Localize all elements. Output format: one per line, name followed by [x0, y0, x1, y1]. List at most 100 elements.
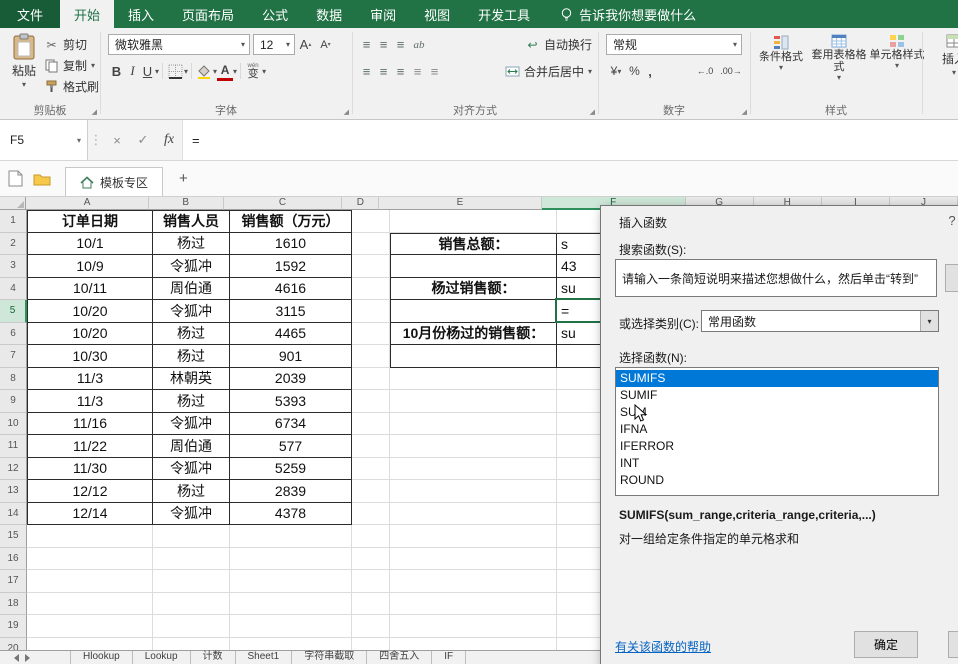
cell-B8[interactable]: 林朝英 — [153, 368, 230, 391]
row-header-14[interactable]: 14 — [0, 503, 27, 526]
number-format-select[interactable]: 常规▾ — [606, 34, 742, 55]
borders-button[interactable] — [166, 61, 184, 81]
merge-center-button[interactable]: 合并后居中▾ — [505, 61, 592, 82]
row-header-10[interactable]: 10 — [0, 413, 27, 436]
chevron-down-icon[interactable]: ▾ — [262, 68, 266, 75]
cell-B17[interactable] — [153, 570, 230, 593]
cell-D15[interactable] — [352, 525, 390, 548]
cell-D9[interactable] — [352, 390, 390, 413]
cancel-button[interactable]: 取消 — [948, 631, 958, 658]
sheet-nav-right-icon[interactable] — [25, 654, 30, 662]
format-as-table-button[interactable]: 套用表格格式▾ — [811, 34, 867, 81]
new-workbook-button[interactable] — [8, 170, 23, 187]
cell-C14[interactable]: 4378 — [230, 503, 352, 526]
sheet-tab[interactable]: Hlookup — [70, 651, 133, 664]
cell-C18[interactable] — [230, 593, 352, 616]
cell-C15[interactable] — [230, 525, 352, 548]
column-header-C[interactable]: C — [224, 197, 343, 210]
tab-home[interactable]: 开始 — [60, 0, 114, 28]
doc-tab-template-zone[interactable]: 模板专区 — [65, 167, 163, 196]
dialog-help-button[interactable]: ? — [943, 213, 958, 228]
cell-C8[interactable]: 2039 — [230, 368, 352, 391]
cell-E11[interactable] — [390, 435, 557, 458]
italic-button[interactable]: I — [125, 61, 140, 81]
cell-C16[interactable] — [230, 548, 352, 571]
function-item[interactable]: ROUND — [616, 472, 938, 489]
chevron-down-icon[interactable]: ▾ — [184, 68, 188, 75]
cell-E17[interactable] — [390, 570, 557, 593]
format-painter-button[interactable]: 格式刷 — [44, 76, 99, 97]
cut-button[interactable]: ✂剪切 — [44, 34, 99, 55]
increase-indent-icon[interactable]: ≡ — [426, 64, 443, 79]
cell-B2[interactable]: 杨过 — [153, 233, 230, 256]
cell-D10[interactable] — [352, 413, 390, 436]
align-top-icon[interactable]: ≡ — [358, 37, 375, 52]
cell-D17[interactable] — [352, 570, 390, 593]
cell-D1[interactable] — [352, 210, 390, 233]
row-header-12[interactable]: 12 — [0, 458, 27, 481]
cell-A5[interactable]: 10/20 — [27, 300, 153, 323]
row-header-1[interactable]: 1 — [0, 210, 27, 233]
cell-E8[interactable] — [390, 368, 557, 391]
tab-formulas[interactable]: 公式 — [248, 0, 302, 28]
number-dialog-launcher-icon[interactable]: ◢ — [742, 108, 747, 116]
cell-B14[interactable]: 令狐冲 — [153, 503, 230, 526]
cell-C6[interactable]: 4465 — [230, 323, 352, 346]
cell-C4[interactable]: 4616 — [230, 278, 352, 301]
insert-function-button[interactable]: fx — [156, 120, 182, 160]
cell-E19[interactable] — [390, 615, 557, 638]
paste-button[interactable]: 粘贴 ▾ — [6, 33, 42, 88]
cell-A3[interactable]: 10/9 — [27, 255, 153, 278]
function-item[interactable]: IFNA — [616, 421, 938, 438]
cell-D18[interactable] — [352, 593, 390, 616]
cell-C10[interactable]: 6734 — [230, 413, 352, 436]
cell-styles-button[interactable]: 单元格样式▾ — [869, 34, 925, 69]
cell-B6[interactable]: 杨过 — [153, 323, 230, 346]
orientation-button[interactable]: ab — [409, 35, 429, 55]
cell-A17[interactable] — [27, 570, 153, 593]
phonetic-guide-button[interactable]: wén变 — [244, 61, 262, 81]
row-header-4[interactable]: 4 — [0, 278, 27, 301]
cancel-entry-button[interactable]: × — [104, 120, 130, 160]
cell-B16[interactable] — [153, 548, 230, 571]
row-header-16[interactable]: 16 — [0, 548, 27, 571]
cell-B19[interactable] — [153, 615, 230, 638]
wrap-text-button[interactable]: ↩自动换行 — [525, 34, 592, 55]
font-size-select[interactable]: 12▾ — [253, 34, 295, 55]
name-box-arrow-icon[interactable]: ▾ — [77, 136, 81, 145]
column-header-B[interactable]: B — [149, 197, 224, 210]
function-item[interactable]: INT — [616, 455, 938, 472]
cell-B10[interactable]: 令狐冲 — [153, 413, 230, 436]
row-header-19[interactable]: 19 — [0, 615, 27, 638]
row-header-11[interactable]: 11 — [0, 435, 27, 458]
cell-D3[interactable] — [352, 255, 390, 278]
decrease-font-size-button[interactable]: A▾ — [316, 35, 335, 55]
cell-A6[interactable]: 10/20 — [27, 323, 153, 346]
tab-file[interactable]: 文件 — [0, 0, 60, 28]
cell-E20[interactable] — [390, 638, 557, 651]
row-header-9[interactable]: 9 — [0, 390, 27, 413]
cell-A19[interactable] — [27, 615, 153, 638]
row-header-18[interactable]: 18 — [0, 593, 27, 616]
sheet-tab[interactable]: 计数 — [191, 651, 236, 664]
ok-button[interactable]: 确定 — [854, 631, 918, 658]
column-header-D[interactable]: D — [342, 197, 379, 210]
category-dropdown[interactable]: 常用函数▾ — [701, 310, 939, 332]
alignment-dialog-launcher-icon[interactable]: ◢ — [590, 108, 595, 116]
insert-cells-button[interactable]: 插入 ▾ — [930, 34, 958, 76]
cell-D11[interactable] — [352, 435, 390, 458]
cell-C17[interactable] — [230, 570, 352, 593]
row-header-15[interactable]: 15 — [0, 525, 27, 548]
confirm-entry-button[interactable]: ✓ — [130, 120, 156, 160]
cell-E4[interactable]: 杨过销售额： — [390, 278, 557, 301]
dialog-title-bar[interactable]: 插入函数 — [601, 206, 958, 236]
align-bottom-icon[interactable]: ≡ — [392, 37, 409, 52]
increase-decimal-button[interactable]: ←.0 — [692, 61, 718, 81]
chevron-down-icon[interactable]: ▾ — [233, 68, 237, 75]
cell-D4[interactable] — [352, 278, 390, 301]
tab-review[interactable]: 审阅 — [356, 0, 410, 28]
comma-style-button[interactable]: , — [643, 61, 657, 81]
cell-D7[interactable] — [352, 345, 390, 368]
cell-A9[interactable]: 11/3 — [27, 390, 153, 413]
tell-me-box[interactable]: 告诉我你想要做什么 — [560, 0, 696, 28]
